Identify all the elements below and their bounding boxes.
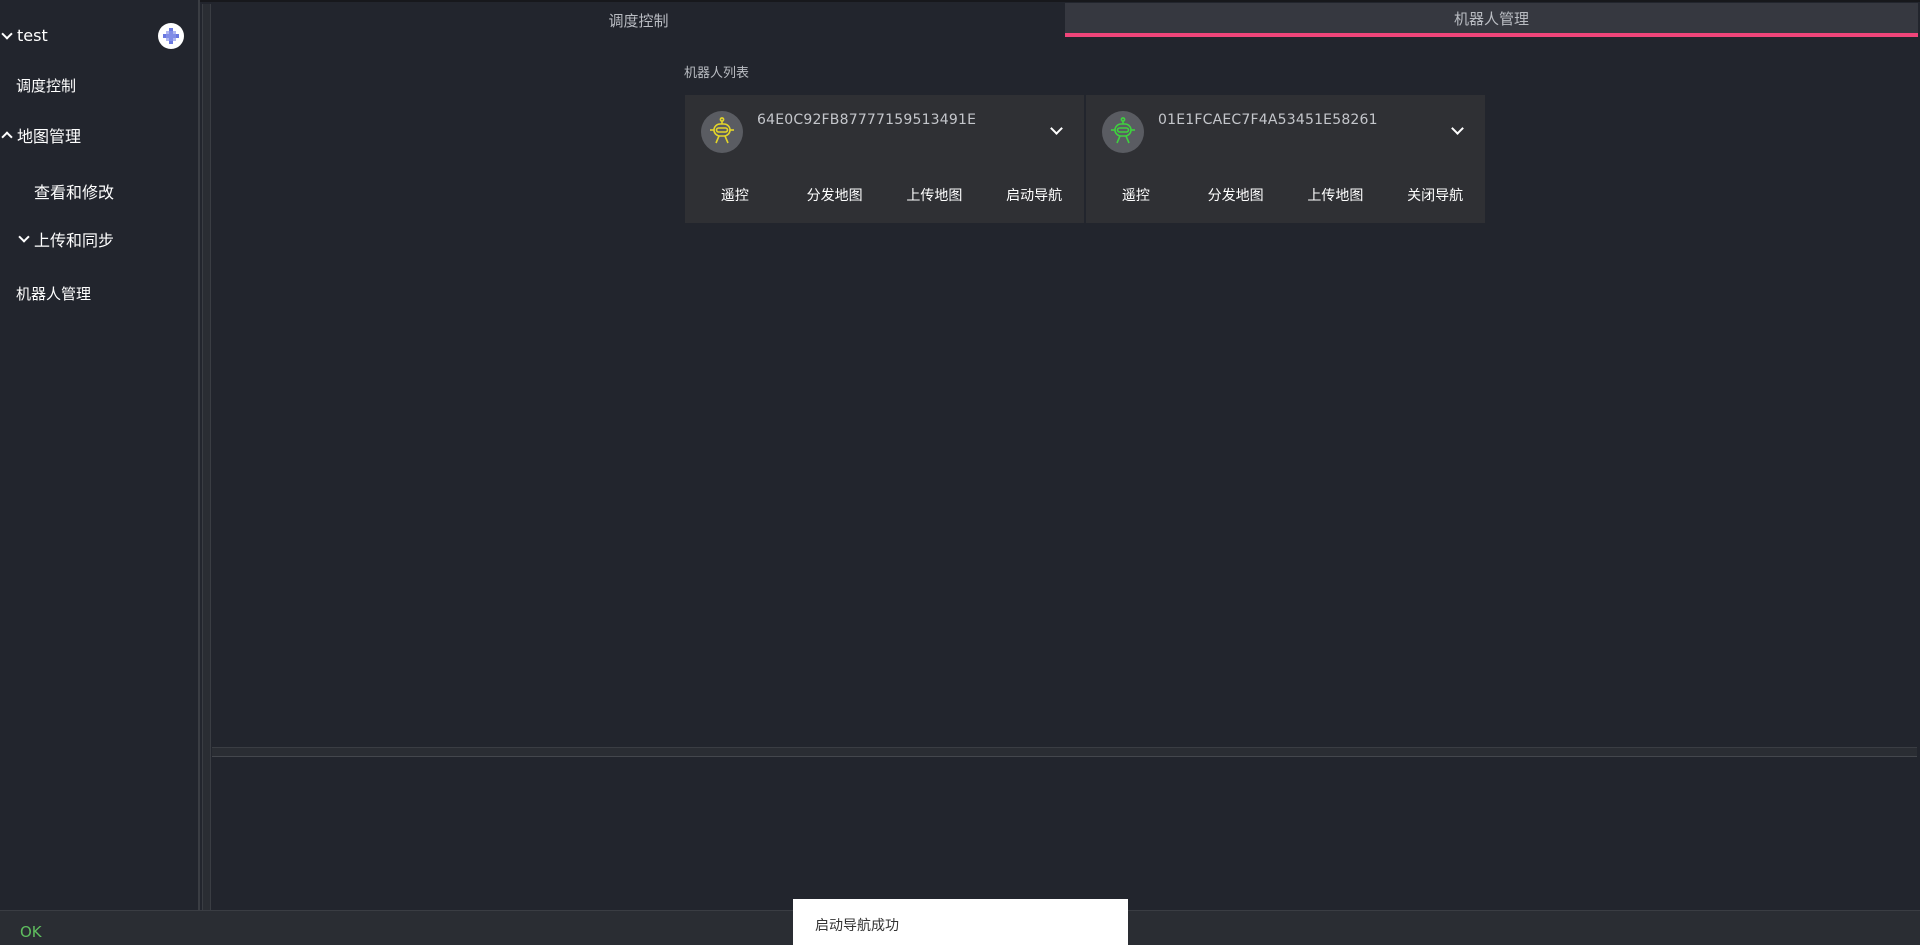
sidebar-item-label: 调度控制 [16, 77, 77, 95]
remote-control-button[interactable]: 遥控 [1086, 185, 1186, 205]
robot-actions: 遥控 分发地图 上传地图 关闭导航 [1086, 185, 1485, 205]
robot-avatar [1102, 111, 1144, 153]
chevron-down-icon [19, 234, 29, 244]
distribute-map-button[interactable]: 分发地图 [1186, 185, 1286, 205]
robot-list: 64E0C92FB87777159513491E 遥控 分发地图 上传地图 启动… [685, 95, 1485, 223]
vertical-splitter[interactable] [202, 4, 211, 910]
app-root: test 调度控制 地图管理 查看和修改 上传和同步 机器人管理 调度控制 机器… [0, 0, 1920, 945]
chevron-down-icon[interactable] [1050, 124, 1062, 136]
upload-map-button[interactable]: 上传地图 [885, 185, 985, 205]
chevron-up-icon [2, 130, 12, 140]
stop-navigation-button[interactable]: 关闭导航 [1385, 185, 1485, 205]
robot-id: 01E1FCAEC7F4A53451E58261 [1158, 112, 1378, 128]
status-text: OK [20, 923, 42, 941]
sidebar-item-label: 机器人管理 [16, 285, 92, 303]
sidebar-item-map-management[interactable]: 地图管理 [2, 123, 81, 147]
sidebar-item-label: 查看和修改 [34, 183, 115, 202]
start-navigation-button[interactable]: 启动导航 [984, 185, 1084, 205]
sidebar: test 调度控制 地图管理 查看和修改 上传和同步 机器人管理 [0, 0, 200, 910]
add-robot-icon [161, 26, 181, 46]
project-label: test [17, 26, 48, 45]
tab-label: 机器人管理 [1453, 9, 1529, 28]
tab-bar: 调度控制 机器人管理 [212, 3, 1918, 37]
distribute-map-button[interactable]: 分发地图 [785, 185, 885, 205]
robot-avatar [701, 111, 743, 153]
robot-card: 64E0C92FB87777159513491E 遥控 分发地图 上传地图 启动… [685, 95, 1084, 223]
top-border [0, 0, 1920, 2]
remote-control-button[interactable]: 遥控 [685, 185, 785, 205]
robot-id: 64E0C92FB87777159513491E [757, 112, 977, 128]
sidebar-item-label: 上传和同步 [34, 231, 115, 250]
tab-label: 调度控制 [608, 11, 669, 30]
toast-notification: 启动导航成功 [793, 899, 1128, 945]
robot-card: 01E1FCAEC7F4A53451E58261 遥控 分发地图 上传地图 关闭… [1086, 95, 1485, 223]
chevron-down-icon [2, 31, 12, 41]
robot-icon [1111, 117, 1135, 144]
sidebar-item-dispatch[interactable]: 调度控制 [16, 75, 76, 96]
add-robot-button[interactable] [158, 23, 184, 49]
sidebar-item-label: 地图管理 [17, 127, 82, 146]
sidebar-item-view-edit[interactable]: 查看和修改 [34, 179, 114, 203]
sidebar-item-upload-sync[interactable]: 上传和同步 [19, 227, 114, 251]
horizontal-splitter[interactable] [212, 747, 1917, 757]
sidebar-item-robot-management[interactable]: 机器人管理 [16, 283, 91, 304]
tab-robot-management[interactable]: 机器人管理 [1065, 3, 1918, 37]
robot-list-title: 机器人列表 [684, 66, 750, 81]
toast-message: 启动导航成功 [815, 918, 899, 934]
tree-project-test[interactable]: test [2, 26, 48, 45]
robot-icon [710, 117, 734, 144]
robot-actions: 遥控 分发地图 上传地图 启动导航 [685, 185, 1084, 205]
upload-map-button[interactable]: 上传地图 [1286, 185, 1386, 205]
chevron-down-icon[interactable] [1451, 124, 1463, 136]
tab-dispatch[interactable]: 调度控制 [212, 3, 1065, 37]
